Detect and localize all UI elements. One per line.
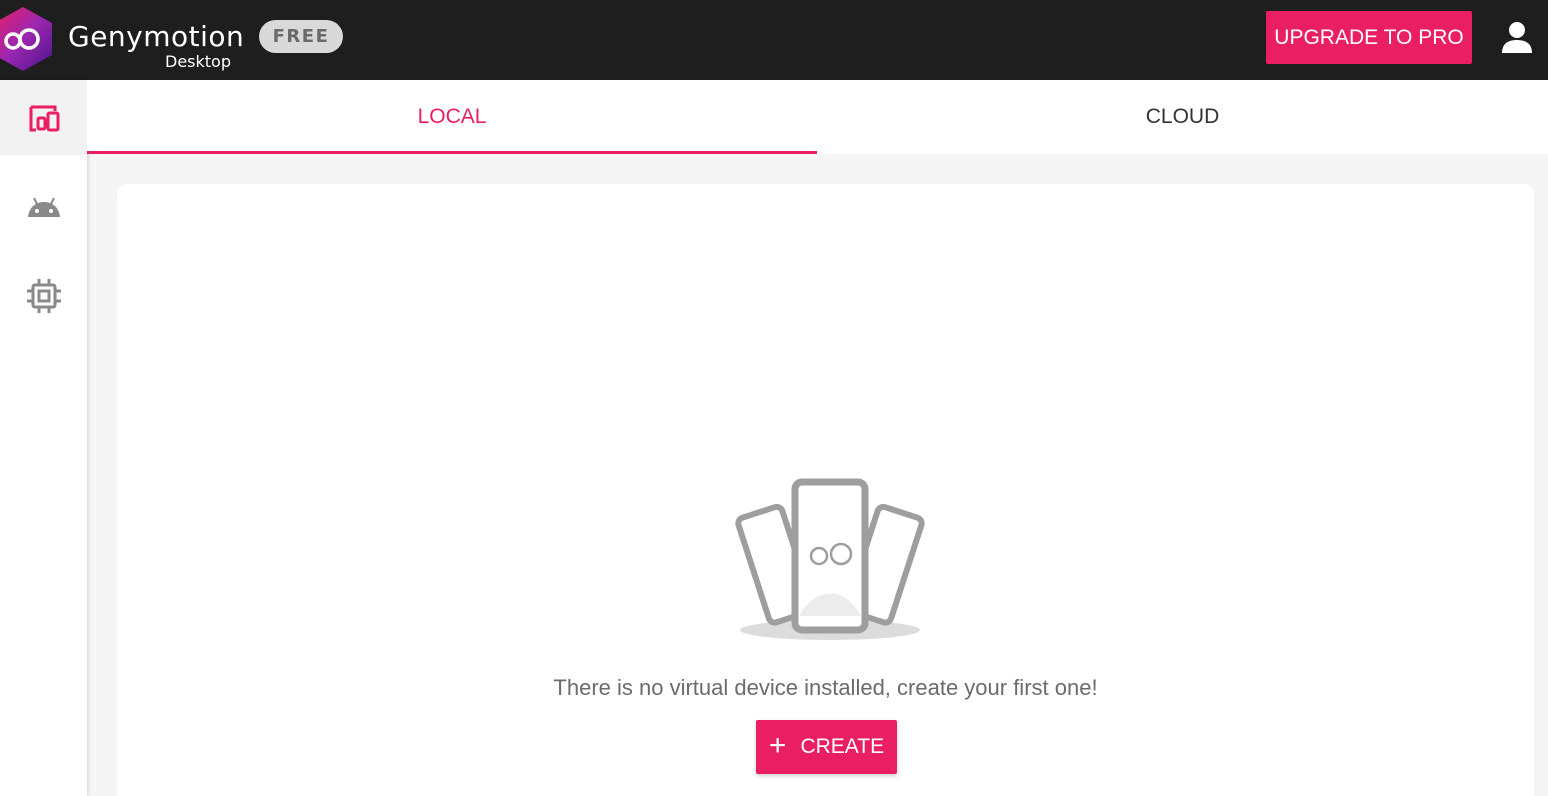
side-navigation	[0, 80, 87, 796]
phones-illustration-icon	[735, 478, 925, 640]
devices-icon	[29, 105, 59, 131]
plus-icon: +	[768, 728, 787, 762]
sidebar-item-chip[interactable]	[0, 258, 87, 333]
sidebar-item-devices[interactable]	[0, 80, 87, 155]
brand-name: Genymotion	[68, 20, 245, 53]
create-button-label: CREATE	[800, 735, 885, 758]
create-device-button[interactable]: + CREATE	[756, 720, 897, 774]
device-tabs: LOCAL CLOUD	[87, 80, 1548, 154]
tab-cloud[interactable]: CLOUD	[817, 80, 1548, 154]
upgrade-to-pro-button[interactable]: UPGRADE TO PRO	[1266, 11, 1472, 64]
sidebar-item-android[interactable]	[0, 169, 87, 244]
android-icon	[27, 197, 60, 217]
plan-badge: FREE	[259, 20, 343, 53]
empty-state-message: There is no virtual device installed, cr…	[553, 675, 1098, 700]
chip-icon	[26, 278, 61, 313]
tab-local[interactable]: LOCAL	[87, 80, 817, 154]
top-bar: Genymotion Desktop FREE UPGRADE TO PRO	[0, 0, 1548, 80]
genymotion-logo-icon	[0, 7, 52, 71]
brand-subtitle: Desktop	[165, 52, 231, 71]
account-icon[interactable]	[1500, 20, 1534, 56]
active-tab-indicator	[87, 151, 817, 154]
